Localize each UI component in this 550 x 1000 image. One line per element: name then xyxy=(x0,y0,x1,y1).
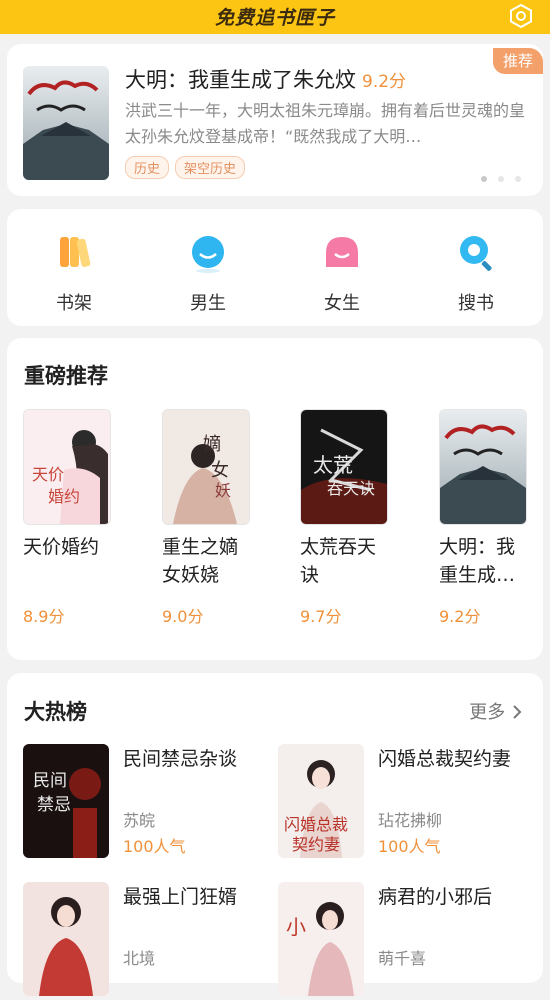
nav-search[interactable]: 搜书 xyxy=(436,231,516,315)
book-score: 9.7分 xyxy=(300,607,342,626)
svg-text:天价: 天价 xyxy=(32,465,64,484)
nav-male[interactable]: 男生 xyxy=(168,231,248,315)
recommend-banner[interactable]: 推荐 大明：我重生成了朱允炆 9.2分 洪武三十一年，大明太祖朱元璋崩。拥有着后世… xyxy=(7,44,543,196)
featured-book[interactable]: 天价 婚约 天价婚约 8.9分 xyxy=(23,409,111,627)
book-title: 闪婚总裁契约妻 xyxy=(378,748,512,770)
svg-text:女: 女 xyxy=(211,460,229,481)
svg-text:小: 小 xyxy=(286,915,306,939)
book-cover[interactable] xyxy=(439,409,527,525)
app-title: 免费追书匣子 xyxy=(214,7,335,29)
ranking-item[interactable]: 小 病君的小邪后 萌千喜 xyxy=(278,882,528,1000)
more-link[interactable]: 更多 xyxy=(469,698,523,724)
ranking-item[interactable]: 最强上门狂婿 北境 xyxy=(23,882,273,1000)
svg-text:民间: 民间 xyxy=(33,771,67,791)
female-avatar-icon xyxy=(326,237,358,267)
featured-book[interactable]: 嫡 女 妖 重生之嫡女妖娆 9.0分 xyxy=(162,409,250,627)
book-cover[interactable]: 嫡 女 妖 xyxy=(162,409,250,525)
ranking-section: 大热榜 更多 民间 禁忌 民间禁忌杂谈 苏皖 100人气 闪婚总裁 契约妻 闪婚… xyxy=(7,673,543,996)
book-author: 北境 xyxy=(123,949,156,968)
genre-chip[interactable]: 架空历史 xyxy=(175,156,246,179)
banner-book-title[interactable]: 大明：我重生成了朱允炆 9.2分 xyxy=(125,64,406,94)
book-author: 苏皖 xyxy=(123,811,156,830)
carousel-dot xyxy=(498,176,504,182)
nav-label: 搜书 xyxy=(458,293,494,314)
book-cover[interactable]: 天价 婚约 xyxy=(23,409,111,525)
featured-book[interactable]: 太荒 吞天诀 太荒吞天诀 9.7分 xyxy=(300,409,388,627)
book-score: 9.2分 xyxy=(439,607,481,626)
nav-bookshelf[interactable]: 书架 xyxy=(34,231,114,315)
book-author: 萌千喜 xyxy=(378,949,427,968)
book-popularity: 100人气 xyxy=(378,837,441,856)
section-title: 大热榜 xyxy=(24,700,87,724)
nav-label: 女生 xyxy=(324,293,360,314)
banner-description: 洪武三十一年，大明太祖朱元璋崩。拥有着后世灵魂的皇太孙朱允炆登基成帝！“既然我成… xyxy=(125,101,525,146)
genre-chip[interactable]: 历史 xyxy=(125,156,170,179)
ranking-item[interactable]: 闪婚总裁 契约妻 闪婚总裁契约妻 玷花拂柳 100人气 xyxy=(278,744,528,862)
book-title: 最强上门狂婿 xyxy=(123,886,238,908)
male-avatar-icon xyxy=(192,236,224,273)
book-author: 玷花拂柳 xyxy=(378,811,443,830)
book-score: 9.0分 xyxy=(162,607,204,626)
book-title: 民间禁忌杂谈 xyxy=(123,748,238,770)
search-icon xyxy=(460,236,492,271)
carousel-dot-active xyxy=(481,176,487,182)
book-title: 病君的小邪后 xyxy=(378,886,493,908)
featured-section: 重磅推荐 天价 婚约 天价婚约 8.9分 嫡 女 妖 重生之嫡女妖娆 9.0分 … xyxy=(7,338,543,660)
svg-text:闪婚总裁: 闪婚总裁 xyxy=(284,815,348,834)
svg-text:禁忌: 禁忌 xyxy=(37,795,71,815)
svg-text:婚约: 婚约 xyxy=(48,487,80,506)
book-popularity: 100人气 xyxy=(123,837,186,856)
svg-text:契约妻: 契约妻 xyxy=(292,835,340,854)
bookshelf-icon xyxy=(60,237,91,267)
book-cover[interactable]: 民间 禁忌 xyxy=(23,744,109,858)
book-cover[interactable]: 小 xyxy=(278,882,364,996)
settings-icon[interactable] xyxy=(508,3,534,29)
featured-book[interactable]: 大明：我重生成… 9.2分 xyxy=(439,409,527,627)
book-cover[interactable] xyxy=(23,66,109,180)
svg-text:妖: 妖 xyxy=(215,481,231,500)
svg-text:嫡: 嫡 xyxy=(203,434,221,455)
banner-tags: 历史 架空历史 xyxy=(125,156,246,179)
nav-female[interactable]: 女生 xyxy=(302,231,382,315)
book-title: 大明：我重生成… xyxy=(439,536,516,586)
carousel-indicator xyxy=(481,176,521,182)
svg-text:太荒: 太荒 xyxy=(313,453,353,477)
book-cover[interactable]: 太荒 吞天诀 xyxy=(300,409,388,525)
nav-label: 书架 xyxy=(56,293,92,314)
top-bar: 免费追书匣子 xyxy=(0,0,550,34)
more-label: 更多 xyxy=(469,702,506,723)
book-cover[interactable]: 闪婚总裁 契约妻 xyxy=(278,744,364,858)
banner-title-text: 大明：我重生成了朱允炆 xyxy=(125,68,356,92)
banner-score: 9.2分 xyxy=(362,72,407,92)
svg-text:吞天诀: 吞天诀 xyxy=(327,479,375,498)
book-title: 重生之嫡女妖娆 xyxy=(162,536,239,586)
book-title: 太荒吞天诀 xyxy=(300,536,377,586)
ranking-item[interactable]: 民间 禁忌 民间禁忌杂谈 苏皖 100人气 xyxy=(23,744,273,862)
recommend-tag: 推荐 xyxy=(493,48,543,74)
nav-label: 男生 xyxy=(190,293,226,314)
book-cover[interactable] xyxy=(23,882,109,996)
carousel-dot xyxy=(515,176,521,182)
book-score: 8.9分 xyxy=(23,607,65,626)
quick-nav: 书架 男生 女生 搜书 xyxy=(7,209,543,326)
chevron-right-icon xyxy=(513,705,522,719)
section-title: 重磅推荐 xyxy=(24,364,108,388)
book-title: 天价婚约 xyxy=(23,536,100,558)
